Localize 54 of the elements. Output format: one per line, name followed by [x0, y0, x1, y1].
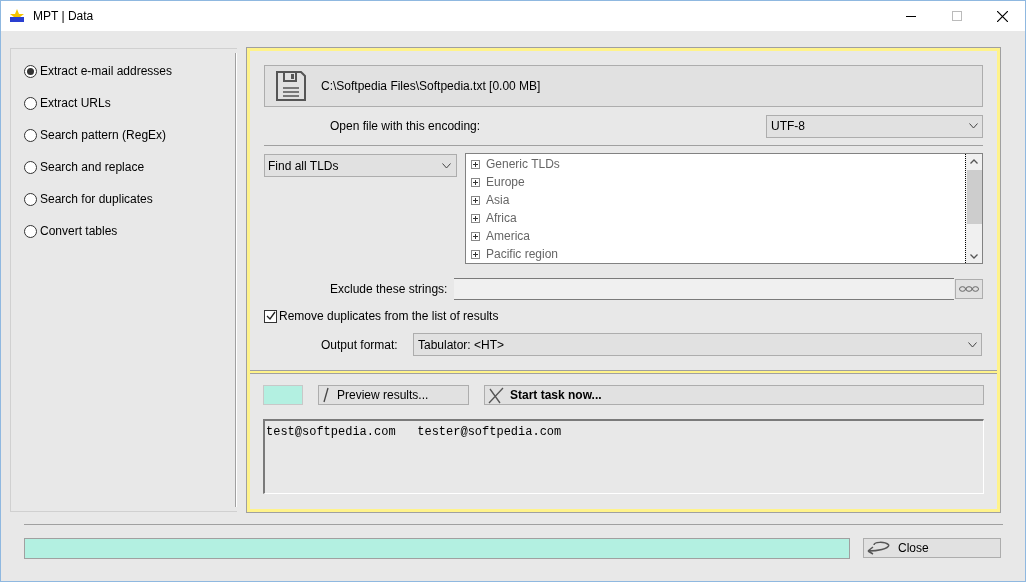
close-icon[interactable] [997, 10, 1008, 22]
expand-icon[interactable] [471, 249, 480, 259]
expand-icon[interactable] [471, 213, 480, 223]
radio-button[interactable] [24, 192, 37, 206]
chevron-down-icon [969, 123, 978, 129]
mode-label[interactable]: Extract URLs [40, 94, 111, 112]
expand-icon[interactable] [471, 231, 480, 241]
expand-icon[interactable] [471, 195, 480, 205]
tld-filter-dropdown[interactable]: Find all TLDs [264, 154, 457, 177]
radio-button[interactable] [24, 128, 37, 142]
remove-duplicates-label: Remove duplicates from the list of results [279, 308, 499, 325]
file-button[interactable]: C:\Softpedia Files\Softpedia.txt [0.00 MB] [264, 65, 983, 107]
encoding-label: Open file with this encoding: [330, 118, 481, 135]
tree-item[interactable]: America [486, 227, 530, 245]
tree-item[interactable]: Pacific region [486, 245, 559, 263]
expand-icon[interactable] [471, 159, 480, 169]
mode-label[interactable]: Search pattern (RegEx) [40, 126, 167, 144]
app-logo-icon [9, 9, 25, 23]
mode-label[interactable]: Search and replace [40, 158, 145, 176]
radio-button[interactable] [24, 64, 37, 78]
encoding-dropdown[interactable]: UTF-8 [766, 114, 983, 138]
mode-label[interactable]: Extract e-mail addresses [40, 62, 173, 80]
scrollbar[interactable] [965, 154, 982, 263]
tree-item[interactable]: Generic TLDs [486, 155, 560, 173]
expand-icon[interactable] [471, 177, 480, 187]
tree-item[interactable]: Asia [486, 191, 510, 209]
tree-item[interactable]: Africa [486, 209, 517, 227]
close-button[interactable]: Close [863, 538, 1001, 558]
mode-label[interactable]: Search for duplicates [40, 190, 153, 208]
mode-label[interactable]: Convert tables [40, 222, 118, 240]
color-swatch [263, 385, 303, 405]
radio-button[interactable] [24, 224, 37, 238]
cross-icon [488, 386, 504, 404]
start-task-button[interactable]: Start task now... [484, 385, 984, 405]
results-text: test@softpedia.com tester@softpedia.com [265, 424, 562, 441]
exclude-label: Exclude these strings: [330, 281, 449, 298]
output-format-dropdown[interactable]: Tabulator: <HT> [413, 333, 982, 356]
preview-button[interactable]: Preview results... [318, 385, 469, 405]
scroll-up-icon[interactable] [970, 159, 978, 164]
checkbox[interactable] [264, 309, 277, 323]
return-arrow-icon [866, 541, 890, 555]
ellipsis-icon [959, 286, 979, 292]
scroll-down-icon[interactable] [970, 254, 978, 259]
window-title: MPT | Data [33, 8, 94, 25]
radio-button[interactable] [24, 160, 37, 174]
radio-button[interactable] [24, 96, 37, 110]
exclude-input[interactable] [454, 278, 954, 300]
chevron-down-icon [968, 341, 977, 348]
chevron-down-icon [442, 162, 451, 169]
pen-stroke-icon [323, 387, 329, 403]
ellipsis-button[interactable] [955, 279, 983, 299]
scrollbar-thumb[interactable] [966, 170, 982, 224]
tree-item[interactable]: Europe [486, 173, 525, 191]
output-format-label: Output format: [321, 336, 399, 354]
